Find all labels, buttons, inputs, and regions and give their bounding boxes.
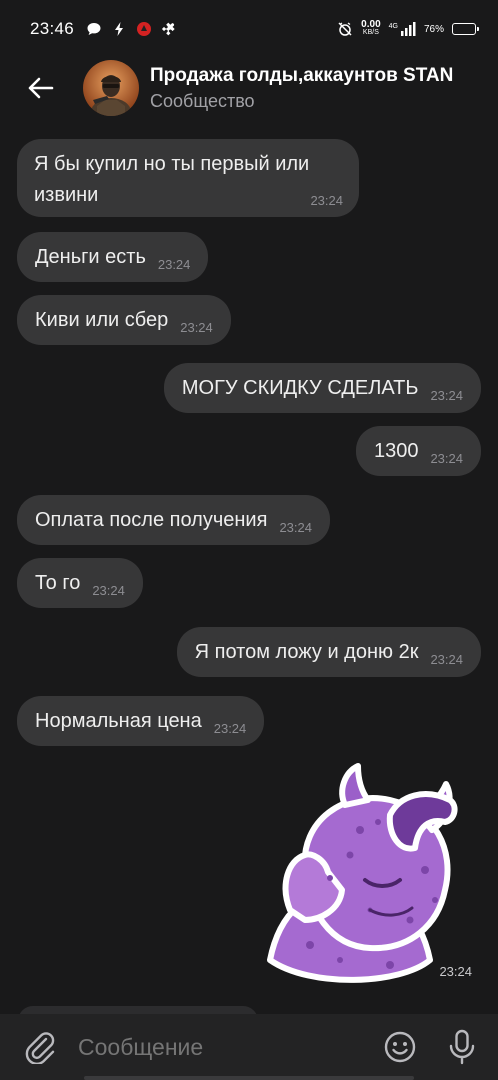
chat-title-block[interactable]: Продажа голды,аккаунтов STAN Сообщество [150, 65, 453, 112]
paperclip-icon [25, 1032, 55, 1064]
soldier-avatar-image [83, 60, 139, 116]
app-badge-icon [137, 22, 152, 36]
net-speed: 0.00 KB/S [361, 19, 381, 37]
signal-label: 4G [388, 23, 398, 30]
community-avatar[interactable] [83, 60, 139, 116]
nav-gesture-bar [84, 1076, 414, 1080]
message-time: 23:24 [430, 388, 463, 403]
message-bubble[interactable]: 1300 23:24 [355, 426, 481, 476]
message-input-bar [0, 1014, 498, 1080]
microphone-icon [449, 1029, 475, 1065]
sticker-time: 23:24 [439, 964, 472, 979]
message-text: Я потом ложу и доню 2к [194, 641, 419, 663]
message-text: 1300 [373, 440, 419, 462]
puzzle-icon [161, 22, 175, 36]
signal-icon [400, 22, 416, 36]
message-text: То го [35, 572, 81, 594]
microphone-button[interactable] [442, 1027, 482, 1067]
chat-title: Продажа голды,аккаунтов STAN [150, 64, 454, 86]
message-time: 23:24 [310, 193, 343, 208]
message-bubble[interactable]: Я потом ложу и доню 2к 23:24 [176, 627, 481, 677]
chat-bubble-icon [87, 23, 101, 35]
notification-icons [86, 21, 177, 37]
message-time: 23:24 [92, 583, 125, 598]
net-speed-value: 0.00 [361, 19, 381, 30]
message-input[interactable] [78, 1033, 380, 1061]
message-time: 23:24 [279, 520, 312, 535]
message-text: МОГУ СКИДКУ СДЕЛАТЬ [181, 377, 419, 399]
net-speed-unit: KB/S [362, 29, 379, 36]
message-bubble[interactable]: То го 23:24 [17, 558, 143, 608]
back-button[interactable] [0, 58, 80, 118]
status-time: 23:46 [30, 19, 75, 38]
message-bubble[interactable]: Я бы купил но ты первый или извини 23:24 [17, 139, 359, 217]
message-text: Деньги есть [35, 246, 146, 268]
message-text: Киви или сбер [35, 309, 169, 331]
attach-button[interactable] [22, 1029, 58, 1065]
message-time: 23:24 [180, 320, 213, 335]
purple-monster-facepalm-sticker[interactable] [250, 760, 480, 992]
message-bubble[interactable]: МОГУ СКИДКУ СДЕЛАТЬ 23:24 [163, 363, 481, 413]
message-time: 23:24 [157, 257, 191, 272]
chat-screen: 23:46 0.00 KB/S 4G 76% Продажа голды,акк… [0, 0, 498, 1080]
battery-percent: 76% [423, 23, 444, 35]
message-bubble[interactable]: Нормальная цена 23:24 [17, 696, 265, 746]
message-text: Нормальная цена [35, 710, 202, 732]
status-bar: 23:46 0.00 KB/S 4G 76% [0, 0, 498, 58]
message-bubble[interactable]: Оплата после получения 23:24 [17, 495, 330, 545]
alarm-off-icon [338, 22, 352, 36]
message-bubble[interactable]: Киви или сбер 23:24 [17, 295, 231, 345]
chat-subtitle: Сообщество [150, 90, 255, 111]
message-time: 23:24 [430, 652, 463, 667]
chat-header: Продажа голды,аккаунтов STAN Сообщество [0, 58, 498, 118]
message-text: Я бы купил но ты первый или извини [34, 153, 310, 206]
message-text: Оплата после получения [35, 509, 268, 531]
lightning-icon [115, 22, 124, 36]
arrow-left-icon [28, 77, 54, 99]
smiley-icon [384, 1031, 416, 1063]
message-time: 23:24 [430, 451, 463, 466]
emoji-button[interactable] [380, 1027, 420, 1067]
status-right: 0.00 KB/S 4G 76% [337, 19, 479, 37]
message-time: 23:24 [213, 721, 247, 736]
message-bubble[interactable]: Деньги есть 23:24 [17, 232, 209, 282]
battery-icon [452, 23, 479, 35]
